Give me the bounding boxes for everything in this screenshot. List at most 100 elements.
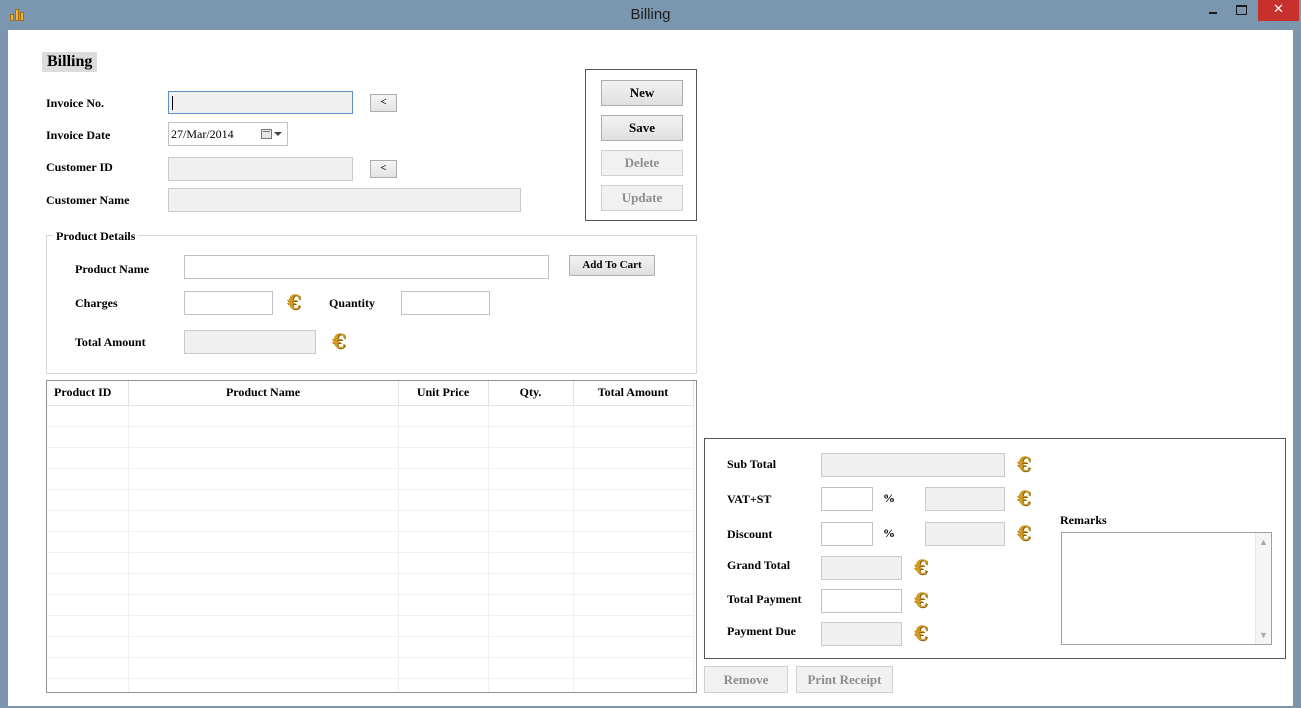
table-cell[interactable] <box>47 405 129 427</box>
table-cell[interactable] <box>488 573 574 595</box>
table-cell[interactable] <box>573 657 694 679</box>
table-cell[interactable] <box>398 594 489 616</box>
table-cell[interactable] <box>398 510 489 532</box>
table-cell[interactable] <box>398 636 489 658</box>
table-cell[interactable] <box>47 657 129 679</box>
table-cell[interactable] <box>488 678 574 692</box>
table-cell[interactable] <box>128 552 399 574</box>
add-to-cart-button[interactable]: Add To Cart <box>569 255 655 276</box>
table-cell[interactable] <box>128 489 399 511</box>
table-row[interactable] <box>47 405 694 427</box>
invoice-no-field[interactable] <box>168 91 353 114</box>
table-cell[interactable] <box>573 573 694 595</box>
table-cell[interactable] <box>47 678 129 692</box>
table-cell[interactable] <box>47 636 129 658</box>
table-cell[interactable] <box>47 510 129 532</box>
table-cell[interactable] <box>398 489 489 511</box>
column-header-product-id[interactable]: Product ID <box>47 381 129 406</box>
table-cell[interactable] <box>128 636 399 658</box>
grand-total-field[interactable] <box>821 556 902 580</box>
customer-name-field[interactable] <box>168 188 521 212</box>
table-cell[interactable] <box>488 468 574 490</box>
remove-button[interactable]: Remove <box>704 666 788 693</box>
table-row[interactable] <box>47 573 694 595</box>
vat-percent-field[interactable] <box>821 487 873 511</box>
table-cell[interactable] <box>573 678 694 692</box>
table-cell[interactable] <box>128 615 399 637</box>
table-cell[interactable] <box>128 405 399 427</box>
table-cell[interactable] <box>398 447 489 469</box>
new-button[interactable]: New <box>601 80 683 106</box>
table-cell[interactable] <box>47 447 129 469</box>
table-row[interactable] <box>47 426 694 448</box>
table-cell[interactable] <box>398 468 489 490</box>
maximize-icon[interactable] <box>1228 0 1254 21</box>
table-row[interactable] <box>47 636 694 658</box>
product-name-field[interactable] <box>184 255 549 279</box>
scroll-down-icon[interactable]: ▼ <box>1259 630 1268 640</box>
column-header-total-amount[interactable]: Total Amount <box>573 381 694 406</box>
table-cell[interactable] <box>47 426 129 448</box>
table-cell[interactable] <box>398 405 489 427</box>
calendar-icon[interactable] <box>261 129 272 139</box>
remarks-textarea[interactable]: ▲ ▼ <box>1061 532 1272 645</box>
table-cell[interactable] <box>398 615 489 637</box>
discount-amount-field[interactable] <box>925 522 1005 546</box>
table-cell[interactable] <box>573 531 694 553</box>
delete-button[interactable]: Delete <box>601 150 683 176</box>
table-cell[interactable] <box>488 552 574 574</box>
table-cell[interactable] <box>573 552 694 574</box>
table-cell[interactable] <box>573 636 694 658</box>
table-row[interactable] <box>47 468 694 490</box>
table-cell[interactable] <box>128 573 399 595</box>
table-cell[interactable] <box>488 489 574 511</box>
table-cell[interactable] <box>128 426 399 448</box>
table-row[interactable] <box>47 594 694 616</box>
table-cell[interactable] <box>488 531 574 553</box>
table-cell[interactable] <box>488 636 574 658</box>
table-cell[interactable] <box>128 531 399 553</box>
table-cell[interactable] <box>47 468 129 490</box>
table-cell[interactable] <box>47 615 129 637</box>
table-cell[interactable] <box>573 615 694 637</box>
total-payment-field[interactable] <box>821 589 902 613</box>
table-cell[interactable] <box>128 657 399 679</box>
table-cell[interactable] <box>488 426 574 448</box>
table-cell[interactable] <box>488 510 574 532</box>
table-cell[interactable] <box>398 573 489 595</box>
update-button[interactable]: Update <box>601 185 683 211</box>
column-header-unit-price[interactable]: Unit Price <box>398 381 489 406</box>
table-cell[interactable] <box>128 447 399 469</box>
table-row[interactable] <box>47 657 694 679</box>
table-cell[interactable] <box>47 531 129 553</box>
table-cell[interactable] <box>573 447 694 469</box>
table-cell[interactable] <box>488 405 574 427</box>
table-row[interactable] <box>47 510 694 532</box>
column-header-qty[interactable]: Qty. <box>488 381 574 406</box>
discount-percent-field[interactable] <box>821 522 873 546</box>
table-cell[interactable] <box>488 447 574 469</box>
table-cell[interactable] <box>398 531 489 553</box>
close-icon[interactable]: ✕ <box>1258 0 1299 21</box>
table-cell[interactable] <box>398 552 489 574</box>
invoice-lookup-button[interactable]: < <box>370 94 397 112</box>
customer-id-field[interactable] <box>168 157 353 181</box>
table-cell[interactable] <box>128 468 399 490</box>
table-cell[interactable] <box>488 657 574 679</box>
table-cell[interactable] <box>128 678 399 692</box>
table-row[interactable] <box>47 615 694 637</box>
remarks-scrollbar[interactable]: ▲ ▼ <box>1255 533 1271 644</box>
print-receipt-button[interactable]: Print Receipt <box>796 666 893 693</box>
customer-lookup-button[interactable]: < <box>370 160 397 178</box>
quantity-field[interactable] <box>401 291 490 315</box>
scroll-up-icon[interactable]: ▲ <box>1259 537 1268 547</box>
table-cell[interactable] <box>47 489 129 511</box>
table-row[interactable] <box>47 678 694 692</box>
table-row[interactable] <box>47 447 694 469</box>
column-header-product-name[interactable]: Product Name <box>128 381 399 406</box>
table-cell[interactable] <box>398 678 489 692</box>
table-cell[interactable] <box>47 573 129 595</box>
table-cell[interactable] <box>488 594 574 616</box>
cart-grid[interactable]: Product ID Product Name Unit Price Qty. … <box>46 380 697 693</box>
vat-amount-field[interactable] <box>925 487 1005 511</box>
